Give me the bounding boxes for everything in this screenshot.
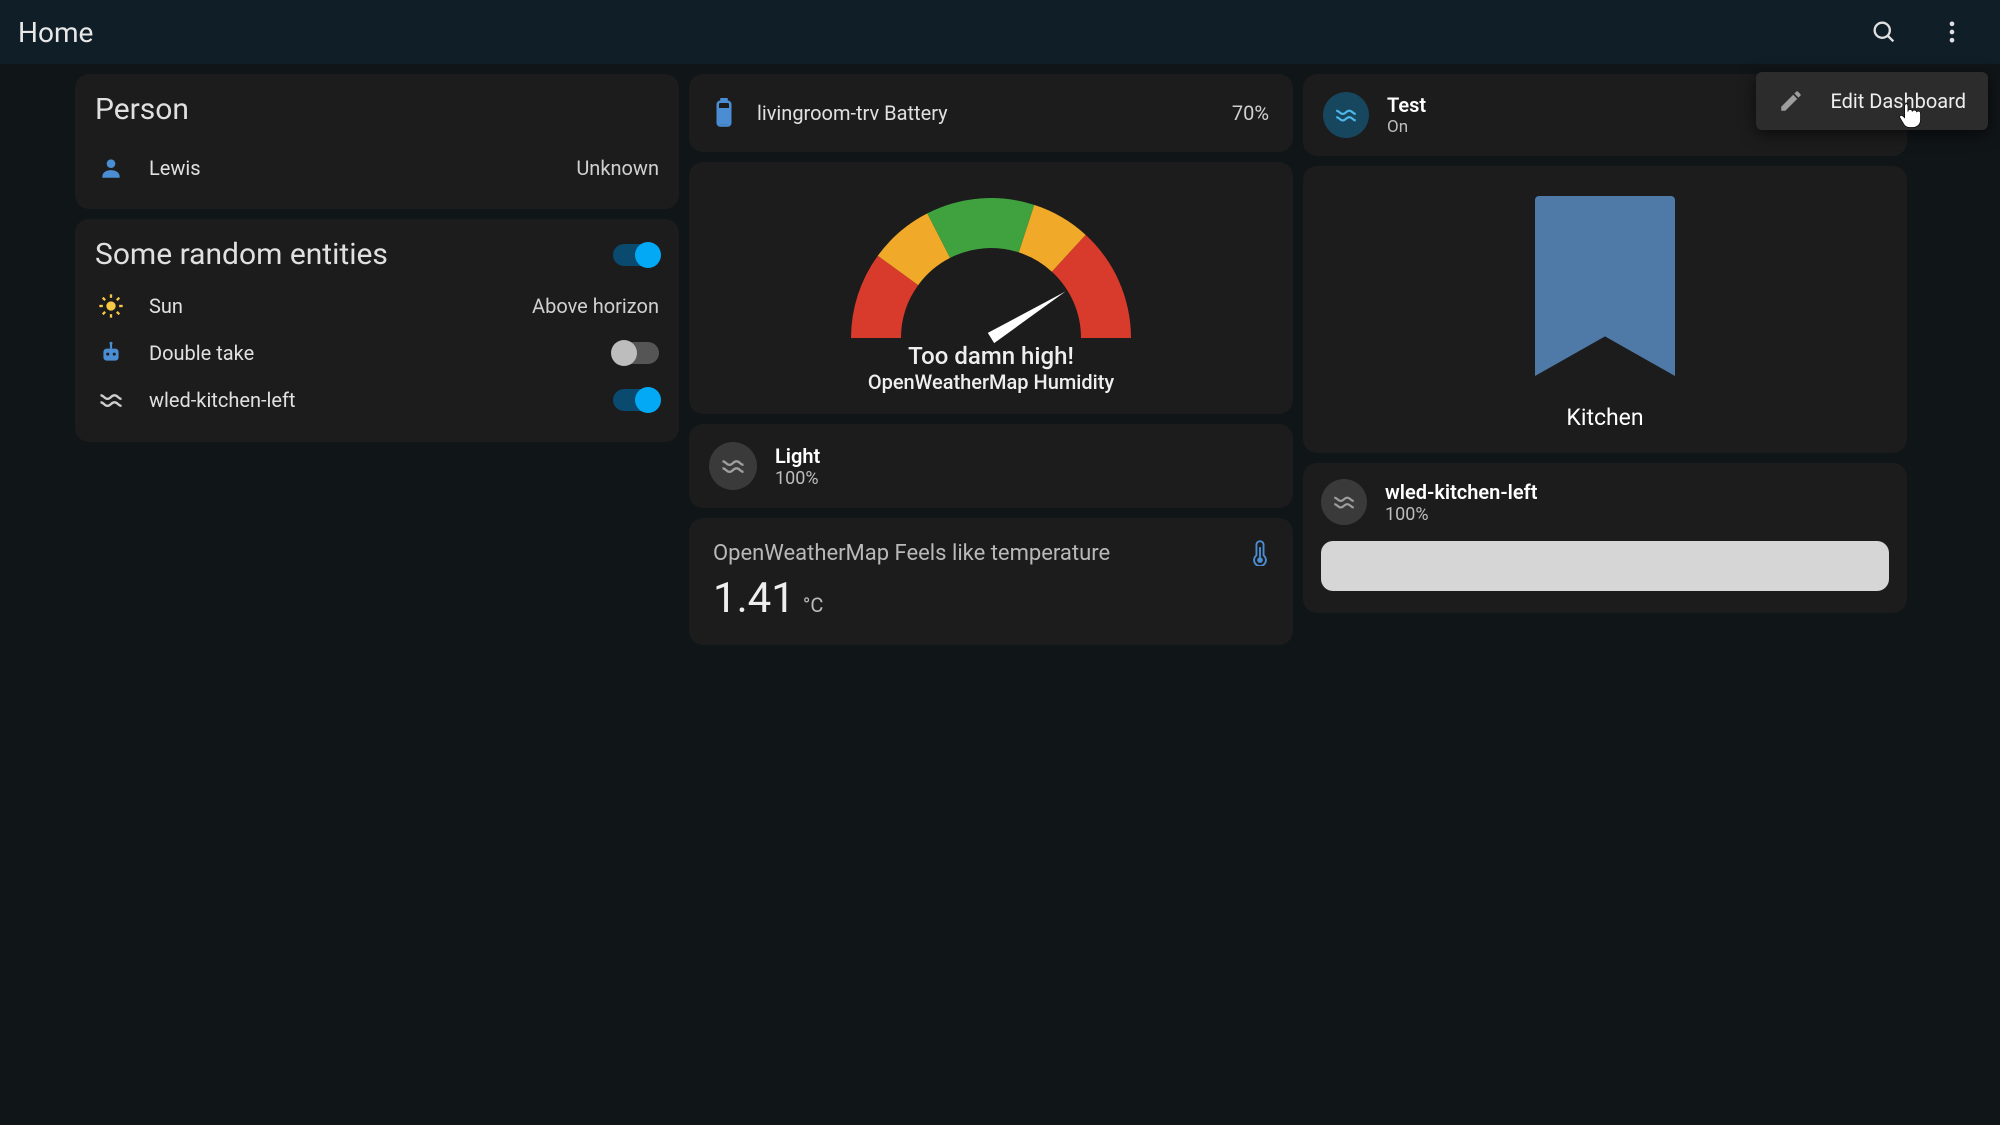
wave-icon xyxy=(1321,479,1367,525)
robot-icon xyxy=(95,340,127,366)
sensor-value: 1.41 xyxy=(713,574,795,623)
thermometer-icon xyxy=(1251,540,1269,566)
page-title: Home xyxy=(18,16,1864,49)
wled-name: wled-kitchen-left xyxy=(1385,480,1537,504)
entity-row-double-take[interactable]: Double take xyxy=(95,330,659,376)
column-3: Test On Kitchen wled-kitchen-left 100% xyxy=(1303,74,1907,613)
entity-name: Sun xyxy=(149,294,510,318)
gauge-subtitle: OpenWeatherMap Humidity xyxy=(868,370,1114,394)
header-toggle[interactable] xyxy=(613,244,659,266)
search-icon xyxy=(1870,18,1898,46)
entity-state: Above horizon xyxy=(532,294,659,318)
dots-vertical-icon xyxy=(1938,18,1966,46)
top-bar: Home xyxy=(0,0,2000,64)
person-row[interactable]: Lewis Unknown xyxy=(95,145,659,191)
area-name: Kitchen xyxy=(1566,404,1643,431)
light-sub: 100% xyxy=(775,468,820,489)
pencil-icon xyxy=(1778,88,1804,114)
gauge-card[interactable]: Too damn high! OpenWeatherMap Humidity xyxy=(689,162,1293,414)
entity-row-sun[interactable]: Sun Above horizon xyxy=(95,282,659,330)
account-icon xyxy=(95,155,127,181)
person-card[interactable]: Person Lewis Unknown xyxy=(75,74,679,209)
sensor-unit: °C xyxy=(803,593,824,617)
area-card-kitchen[interactable]: Kitchen xyxy=(1303,166,1907,453)
entity-toggle[interactable] xyxy=(613,389,659,411)
wave-icon xyxy=(709,442,757,490)
entity-toggle[interactable] xyxy=(613,342,659,364)
overflow-menu-button[interactable] xyxy=(1932,12,1972,52)
battery-card[interactable]: livingroom-trv Battery 70% xyxy=(689,74,1293,152)
battery-value: 70% xyxy=(1232,101,1269,125)
wled-slider-card[interactable]: wled-kitchen-left 100% xyxy=(1303,463,1907,613)
entity-row-wled[interactable]: wled-kitchen-left xyxy=(95,376,659,424)
battery-name: livingroom-trv Battery xyxy=(757,101,1210,125)
test-sub: On xyxy=(1387,117,1426,137)
brightness-slider[interactable] xyxy=(1321,541,1889,591)
menu-item-label: Edit Dashboard xyxy=(1830,89,1966,113)
entity-name: Double take xyxy=(149,341,591,365)
person-state: Unknown xyxy=(576,156,659,180)
search-button[interactable] xyxy=(1864,12,1904,52)
entities-card[interactable]: Some random entities Sun Above horizon D… xyxy=(75,219,679,442)
wave-icon xyxy=(95,386,127,414)
test-name: Test xyxy=(1387,93,1426,117)
sensor-name: OpenWeatherMap Feels like temperature xyxy=(713,541,1251,566)
light-name: Light xyxy=(775,444,820,468)
dashboard-grid: Person Lewis Unknown Some random entitie… xyxy=(0,64,2000,655)
battery-icon xyxy=(713,98,735,128)
topbar-actions xyxy=(1864,12,1972,52)
gauge xyxy=(846,188,1136,338)
sun-icon xyxy=(95,292,127,320)
entity-name: wled-kitchen-left xyxy=(149,388,591,412)
column-2: livingroom-trv Battery 70% xyxy=(689,74,1293,645)
sensor-card[interactable]: OpenWeatherMap Feels like temperature 1.… xyxy=(689,518,1293,645)
column-1: Person Lewis Unknown Some random entitie… xyxy=(75,74,679,442)
wled-sub: 100% xyxy=(1385,504,1537,525)
card-title: Person xyxy=(95,92,659,127)
light-card[interactable]: Light 100% xyxy=(689,424,1293,508)
card-header: Some random entities xyxy=(95,237,659,272)
wave-icon xyxy=(1323,92,1369,138)
card-title: Some random entities xyxy=(95,237,613,272)
bookmark-icon xyxy=(1535,196,1675,376)
person-name: Lewis xyxy=(149,156,554,180)
menu-item-edit-dashboard[interactable]: Edit Dashboard xyxy=(1756,72,1988,130)
